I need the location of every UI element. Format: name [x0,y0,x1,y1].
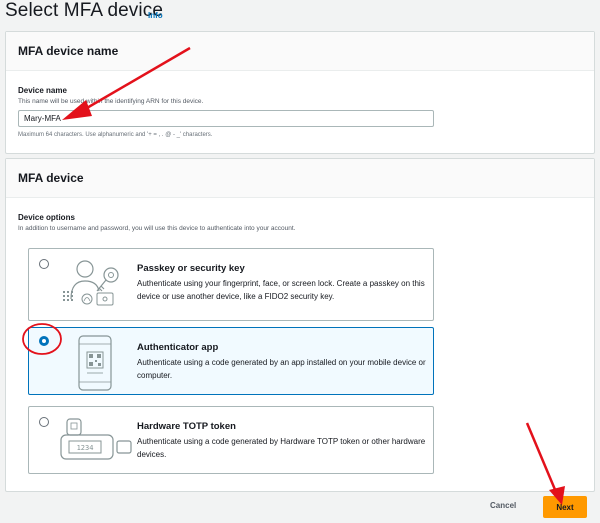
device-name-input[interactable] [18,110,434,127]
option-passkey-desc: Authenticate using your fingerprint, fac… [137,279,425,301]
token-display-text: 1234 [77,444,94,452]
mfa-device-name-header: MFA device name [6,32,594,71]
option-hardware-totp-title: Hardware TOTP token [137,421,236,432]
option-hardware-totp-desc: Authenticate using a code generated by H… [137,437,426,459]
cancel-button[interactable]: Cancel [490,501,516,510]
page-title: Select MFA device [5,0,163,21]
device-name-description: This name will be used within the identi… [18,98,204,105]
option-hardware-totp[interactable]: 1234 Hardware TOTP token Authenticate us… [28,406,434,474]
option-authenticator-app-title: Authenticator app [137,342,219,353]
option-authenticator-app-desc: Authenticate using a code generated by a… [137,358,426,380]
radio-authenticator-app[interactable] [39,336,49,346]
device-options-label: Device options [18,213,75,222]
authenticator-app-icon [78,335,112,391]
hardware-token-icon: 1234 [60,418,132,460]
mfa-device-name-panel: MFA device name Device name This name wi… [5,31,595,154]
mfa-device-panel: MFA device Device options In addition to… [5,158,595,492]
mfa-device-header: MFA device [6,159,594,198]
next-button[interactable]: Next [543,496,587,518]
device-options-description: In addition to username and password, yo… [18,225,296,232]
option-passkey[interactable]: Passkey or security key Authenticate usi… [28,248,434,321]
option-authenticator-app[interactable]: Authenticator app Authenticate using a c… [28,327,434,395]
radio-hardware-totp[interactable] [39,417,49,427]
passkey-icon [63,260,119,306]
device-name-constraint: Maximum 64 characters. Use alphanumeric … [18,132,213,138]
device-name-label: Device name [18,86,67,95]
radio-passkey[interactable] [39,259,49,269]
option-passkey-title: Passkey or security key [137,263,245,274]
info-link[interactable]: Info [148,11,163,20]
